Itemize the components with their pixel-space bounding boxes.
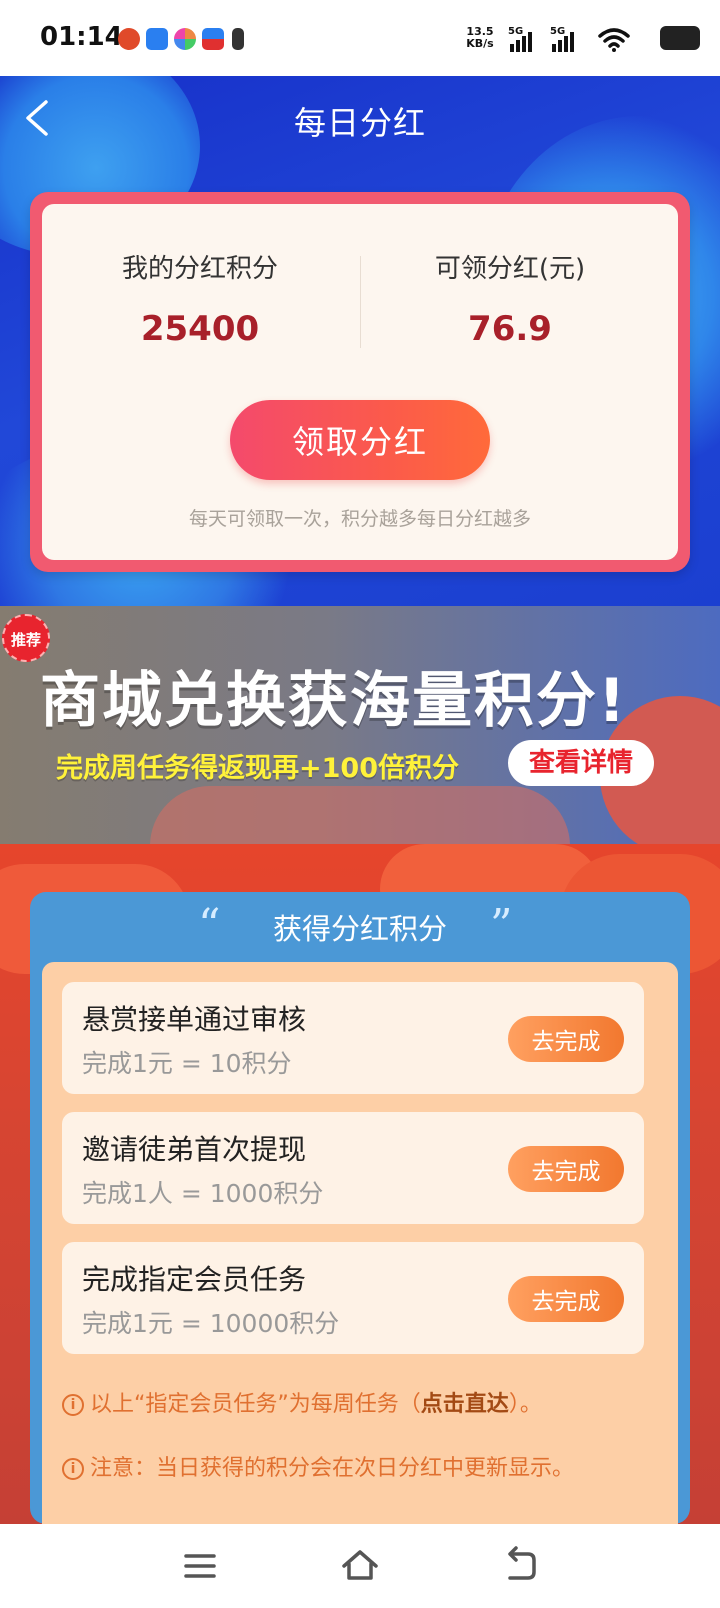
promo-banner[interactable]: 推荐 商城兑换获海量积分! 完成周任务得返现再+100倍积分 查看详情: [0, 606, 720, 844]
back-icon: [508, 1546, 536, 1580]
panel-title: 获得分红积分: [272, 912, 447, 946]
battery-icon: [660, 26, 700, 50]
status-bar: 01:14 13.5 KB/s 5G 5G: [0, 0, 720, 76]
signal-icon: 5G: [508, 26, 542, 52]
wifi-icon: [598, 28, 630, 52]
points-stat: 我的分红积分 25400: [50, 248, 350, 349]
menu-button[interactable]: [178, 1544, 222, 1588]
weekly-task-note: i 以上“指定会员任务”为每周任务（点击直达）。: [62, 1386, 542, 1418]
signal-icon: 5G: [550, 26, 584, 52]
page-header: 每日分红 我的分红积分 25400 可领分红(元) 76.9 领取分红 每天可领…: [0, 76, 720, 606]
task-item: 邀请徒弟首次提现 完成1人 = 1000积分 去完成: [62, 1112, 644, 1224]
cash-value: 76.9: [468, 309, 552, 349]
home-button[interactable]: [338, 1544, 382, 1588]
task-list: 悬赏接单通过审核 完成1元 = 10积分 去完成 邀请徒弟首次提现 完成1人 =…: [42, 962, 678, 1524]
close-quote-icon: ”: [490, 900, 513, 951]
note-text: 注意：当日获得的积分会在次日分红中更新显示。: [90, 1456, 575, 1481]
task-item: 完成指定会员任务 完成1元 = 10000积分 去完成: [62, 1242, 644, 1354]
go-complete-button[interactable]: 去完成: [508, 1146, 624, 1192]
task-title: 邀请徒弟首次提现: [82, 1133, 307, 1166]
task-reward: 完成1元 = 10000积分: [82, 1309, 340, 1338]
update-note: i 注意：当日获得的积分会在次日分红中更新显示。: [62, 1450, 574, 1482]
app-notification-icon: [174, 28, 196, 50]
task-reward: 完成1人 = 1000积分: [82, 1179, 324, 1208]
claim-dividend-button[interactable]: 领取分红: [230, 400, 490, 480]
cash-label: 可领分红(元): [434, 254, 586, 284]
info-icon: i: [62, 1394, 84, 1416]
home-icon: [342, 1550, 378, 1580]
task-item: 悬赏接单通过审核 完成1元 = 10积分 去完成: [62, 982, 644, 1094]
go-complete-button[interactable]: 去完成: [508, 1276, 624, 1322]
page-title: 每日分红: [293, 104, 426, 142]
banner-subtitle: 完成周任务得返现再+100倍积分: [56, 753, 459, 784]
note-text: 以上“指定会员任务”为每周任务（: [90, 1392, 421, 1417]
points-value: 25400: [140, 309, 260, 349]
banner-title: 商城兑换获海量积分!: [40, 666, 628, 736]
tool-notification-icon: [232, 28, 244, 50]
network-speed: 13.5 KB/s: [460, 26, 500, 50]
dividend-card: 我的分红积分 25400 可领分红(元) 76.9 领取分红 每天可领取一次，积…: [30, 192, 690, 572]
note-text: ）。: [508, 1392, 542, 1417]
app-notification-icon: [118, 28, 140, 50]
points-label: 我的分红积分: [121, 254, 278, 284]
message-app-icon: [146, 28, 168, 50]
cash-stat: 可领分红(元) 76.9: [360, 248, 660, 349]
task-title: 悬赏接单通过审核: [82, 1003, 307, 1036]
go-complete-button[interactable]: 去完成: [508, 1016, 624, 1062]
info-icon: i: [62, 1458, 84, 1480]
view-details-button[interactable]: 查看详情: [508, 740, 654, 786]
task-reward: 完成1元 = 10积分: [82, 1049, 292, 1078]
banner-decoration: [150, 786, 570, 844]
task-title: 完成指定会员任务: [82, 1263, 307, 1296]
back-nav-button[interactable]: [498, 1544, 542, 1588]
system-nav-bar: [0, 1524, 720, 1608]
status-time: 01:14: [40, 22, 123, 52]
menu-icon: [184, 1554, 216, 1578]
signal-label: 5G: [508, 26, 524, 37]
dividend-card-body: 我的分红积分 25400 可领分红(元) 76.9 领取分红 每天可领取一次，积…: [42, 204, 678, 560]
status-indicators: 13.5 KB/s 5G 5G: [440, 22, 700, 54]
go-direct-link[interactable]: 点击直达: [421, 1392, 509, 1417]
app-notification-icon: [202, 28, 224, 50]
signal-label: 5G: [550, 26, 566, 37]
earn-points-panel: “ 获得分红积分 ” 悬赏接单通过审核 完成1元 = 10积分 去完成 邀请徒弟…: [30, 892, 690, 1524]
claim-note: 每天可领取一次，积分越多每日分红越多: [188, 508, 531, 530]
network-speed-unit: KB/s: [466, 37, 494, 50]
